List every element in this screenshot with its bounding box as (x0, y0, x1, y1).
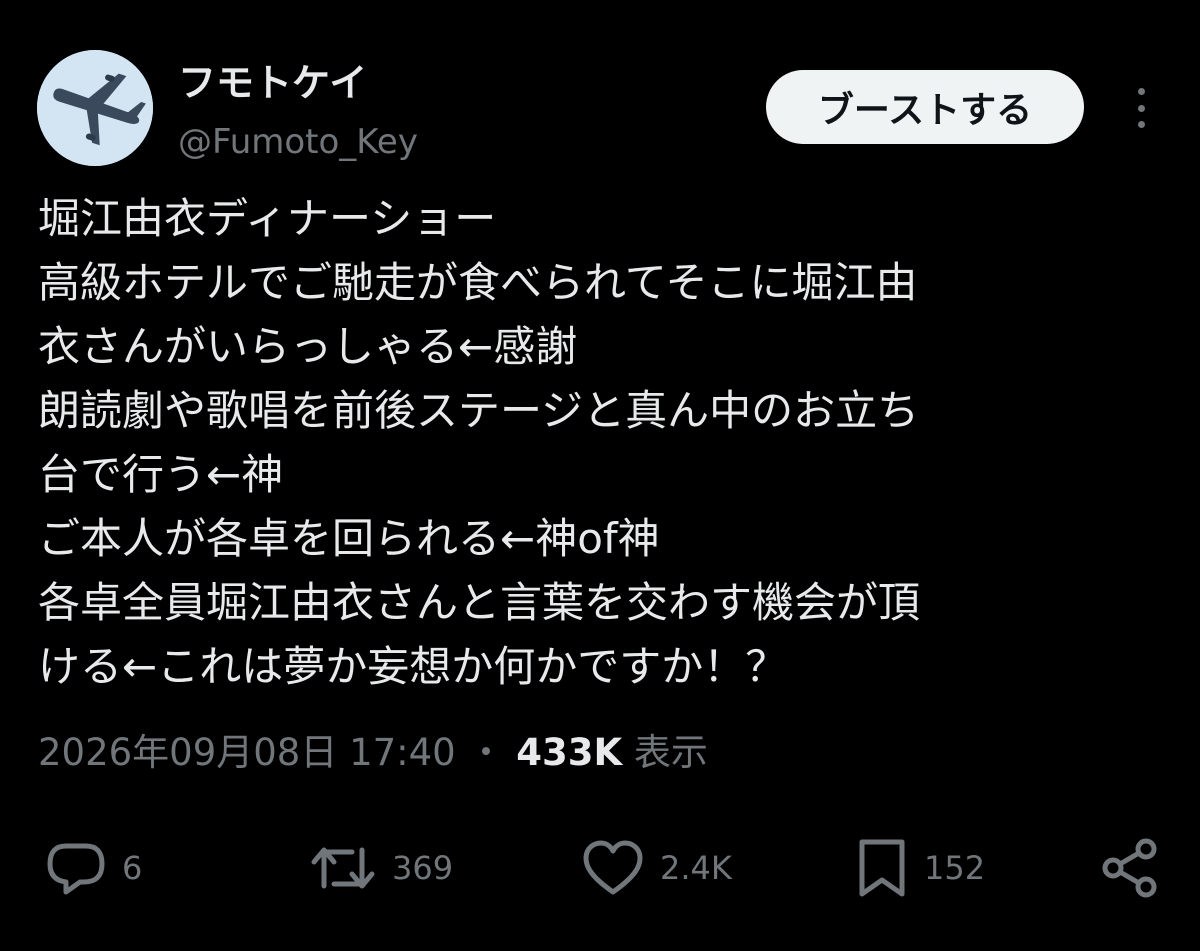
display-name[interactable]: フモトケイ (178, 52, 367, 107)
user-handle[interactable]: @Fumoto_Key (178, 122, 418, 162)
tweet-line: 台で行う←神 (38, 450, 284, 499)
reply-icon (47, 843, 105, 895)
reply-button[interactable]: 6 (44, 838, 142, 898)
share-icon (1102, 838, 1157, 898)
reply-count: 6 (122, 849, 143, 887)
tweet-text: 堀江由衣ディナーショー 高級ホテルでご馳走が食べられてそこに堀江由 衣さんがいら… (38, 187, 1168, 699)
tweet-line: 朗読劇や歌唱を前後ステージと真ん中のお立ち (38, 386, 920, 435)
avatar[interactable] (37, 50, 153, 166)
tweet-line: 衣さんがいらっしゃる←感謝 (38, 322, 578, 371)
like-count: 2.4K (660, 849, 732, 887)
action-bar: 6 369 2.4K 152 (0, 838, 1200, 898)
more-dot (1137, 104, 1145, 112)
like-button[interactable]: 2.4K (580, 838, 732, 898)
tweet-line: ご本人が各卓を回られる←神of神 (38, 514, 660, 563)
repost-icon (311, 847, 375, 889)
views-label: 表示 (633, 731, 708, 774)
heart-icon (583, 840, 643, 895)
airplane-avatar-image (37, 50, 153, 166)
boost-button[interactable]: ブーストする (766, 70, 1084, 144)
repost-count: 369 (392, 849, 454, 887)
more-dot (1137, 121, 1145, 128)
bookmark-icon (859, 839, 905, 897)
tweet-meta: 2026年09月08日 17:40 ・ 433K 表示 (38, 722, 708, 776)
tweet-line: 高級ホテルでご馳走が食べられてそこに堀江由 (38, 258, 918, 307)
more-dot (1137, 88, 1145, 95)
bookmark-count: 152 (924, 849, 986, 887)
tweet-line: ける←これは夢か妄想か何かですか！？ (38, 642, 788, 691)
share-button[interactable] (1098, 838, 1164, 898)
meta-separator: ・ (467, 731, 505, 774)
repost-button[interactable]: 369 (308, 838, 453, 898)
views-count: 433K (516, 731, 623, 774)
timestamp[interactable]: 2026年09月08日 17:40 (38, 731, 456, 774)
bookmark-button[interactable]: 152 (854, 838, 985, 898)
tweet-line: 堀江由衣ディナーショー (38, 194, 497, 243)
more-vertical-icon[interactable] (1126, 88, 1156, 128)
tweet-line: 各卓全員堀江由衣さんと言葉を交わす機会が頂 (38, 578, 921, 627)
